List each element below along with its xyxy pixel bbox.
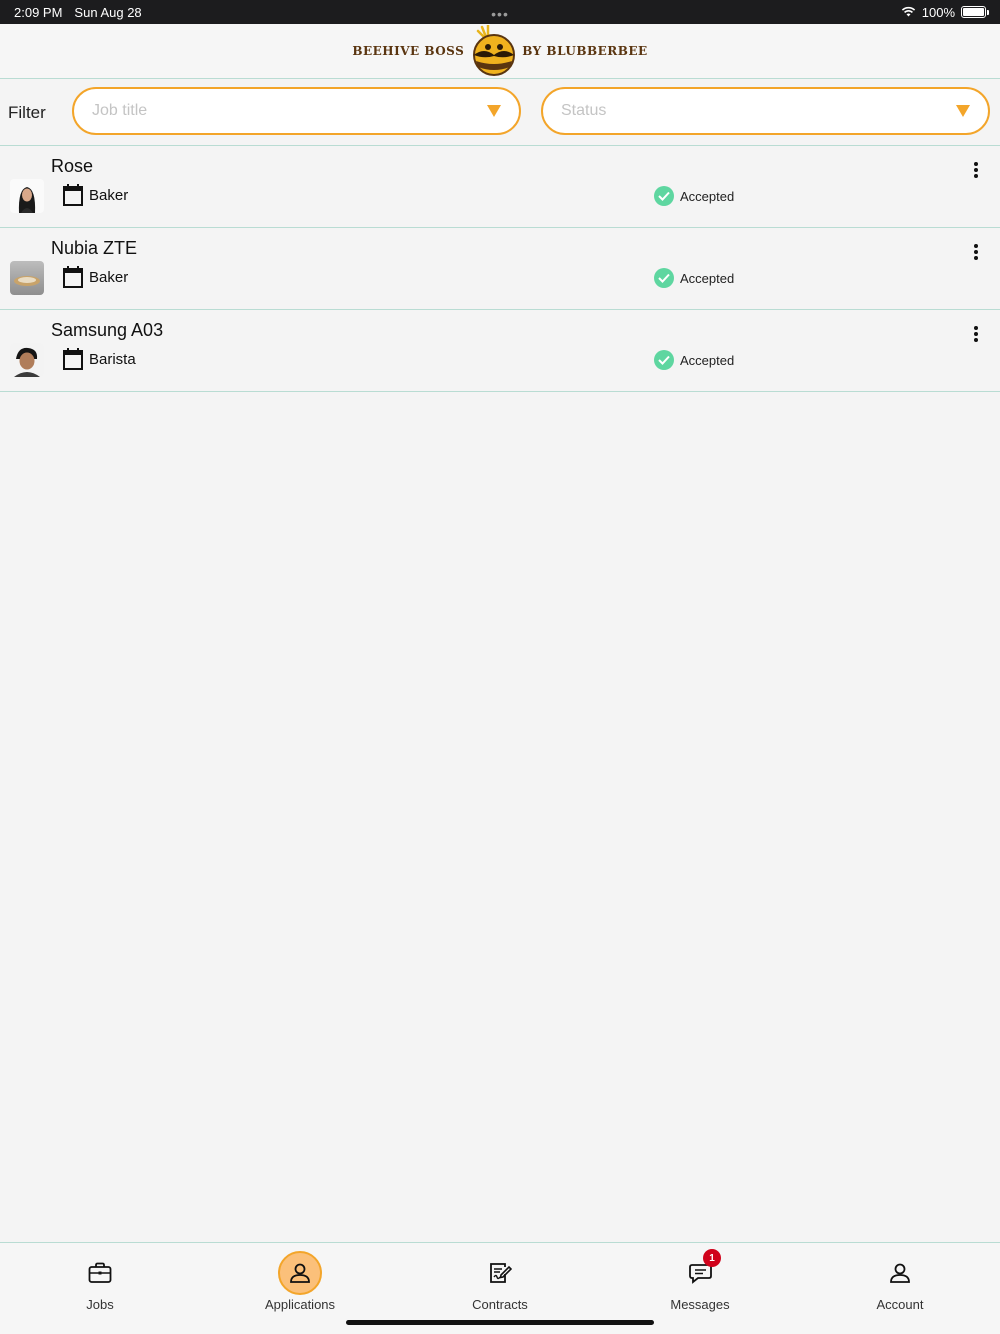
tab-label: Messages (670, 1297, 730, 1312)
app-header: BEEHIVE BOSS BY BLUBBERBEE (0, 24, 1000, 79)
check-circle-icon (654, 186, 674, 206)
app-logo: BEEHIVE BOSS BY BLUBBERBEE (352, 25, 647, 77)
status-badge: Accepted (654, 186, 734, 206)
tab-contracts[interactable]: Contracts (440, 1251, 560, 1313)
status-text: Accepted (680, 270, 735, 286)
avatar (10, 343, 44, 377)
calendar-icon (63, 348, 83, 370)
tab-label: Contracts (472, 1297, 528, 1312)
application-row[interactable]: Samsung A03 Barista Accepted (0, 310, 1000, 392)
more-options-icon[interactable] (970, 324, 982, 344)
filter-bar: Filter Job title Status (0, 80, 1000, 146)
status-date: Sun Aug 28 (74, 4, 142, 20)
check-circle-icon (654, 268, 674, 288)
avatar (10, 261, 44, 295)
applications-list: Rose Baker Accepted Nubia ZTE Baker Acce… (0, 146, 1000, 392)
account-icon (878, 1251, 922, 1295)
tab-label: Applications (264, 1297, 336, 1312)
job-title: Barista (89, 350, 136, 368)
briefcase-icon (78, 1251, 122, 1295)
application-row[interactable]: Nubia ZTE Baker Accepted (0, 228, 1000, 310)
status-placeholder: Status (561, 102, 607, 119)
wifi-icon (901, 5, 916, 20)
applicant-name: Samsung A03 (51, 320, 164, 340)
home-indicator[interactable] (346, 1320, 654, 1325)
job-info: Barista (63, 348, 136, 370)
job-title: Baker (89, 186, 129, 204)
battery-percent: 100% (921, 4, 955, 20)
dropdown-arrow-icon (487, 105, 501, 117)
status-badge: Accepted (654, 268, 734, 288)
tab-label: Account (876, 1297, 924, 1312)
application-row[interactable]: Rose Baker Accepted (0, 146, 1000, 228)
chat-icon: 1 (678, 1249, 722, 1295)
job-info: Baker (63, 266, 128, 288)
tab-jobs[interactable]: Jobs (40, 1251, 160, 1313)
job-title-placeholder: Job title (92, 102, 148, 119)
filter-label: Filter (8, 102, 46, 122)
more-options-icon[interactable] (970, 160, 982, 180)
dropdown-arrow-icon (956, 105, 970, 117)
avatar (10, 179, 44, 213)
status-text: Accepted (680, 352, 735, 368)
multitasking-dots-icon[interactable]: ••• (491, 6, 509, 22)
applicant-name: Rose (51, 156, 94, 176)
status-text: Accepted (680, 188, 735, 204)
job-info: Baker (63, 184, 128, 206)
tab-applications[interactable]: Applications (240, 1251, 360, 1313)
logo-text-left: BEEHIVE BOSS (352, 44, 465, 58)
calendar-icon (63, 184, 83, 206)
status-badge: Accepted (654, 350, 734, 370)
unread-badge: 1 (703, 1249, 721, 1267)
more-options-icon[interactable] (970, 242, 982, 262)
person-icon (278, 1251, 322, 1295)
tab-messages[interactable]: 1 Messages (640, 1249, 760, 1313)
check-circle-icon (654, 350, 674, 370)
status-time: 2:09 PM (14, 4, 63, 20)
status-bar: 2:09 PM Sun Aug 28 ••• 100% (0, 0, 1000, 24)
logo-text-right: BY BLUBBERBEE (522, 44, 648, 58)
job-title-dropdown[interactable]: Job title (72, 87, 521, 135)
contract-edit-icon (478, 1251, 522, 1295)
calendar-icon (63, 266, 83, 288)
battery-icon (961, 6, 989, 18)
tab-account[interactable]: Account (840, 1251, 960, 1313)
status-dropdown[interactable]: Status (541, 87, 990, 135)
tab-label: Jobs (86, 1297, 114, 1312)
bee-mascot-icon (473, 25, 516, 76)
applicant-name: Nubia ZTE (51, 238, 138, 258)
job-title: Baker (89, 268, 129, 286)
